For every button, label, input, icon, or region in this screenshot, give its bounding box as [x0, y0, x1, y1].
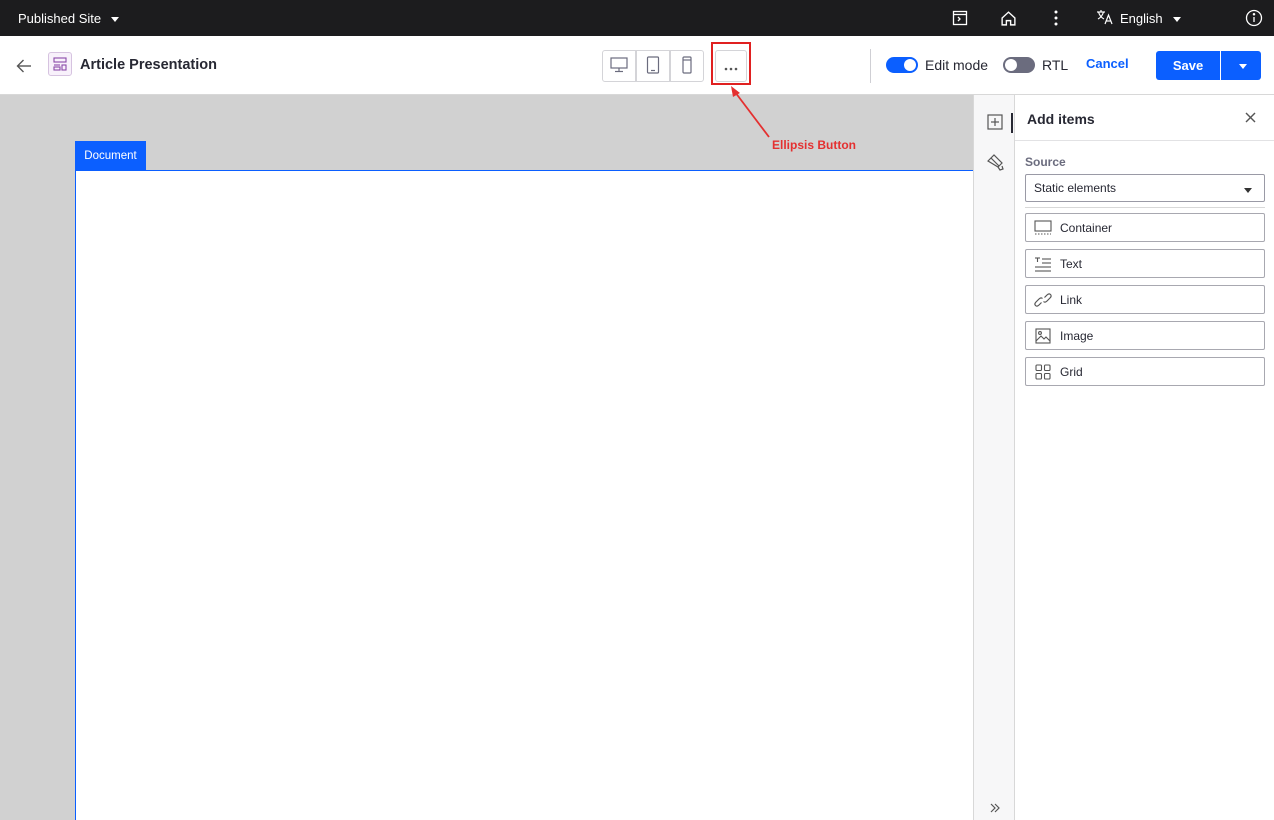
panel-divider — [1025, 207, 1265, 208]
cancel-button[interactable]: Cancel — [1086, 56, 1129, 71]
page-title: Article Presentation — [80, 57, 217, 73]
edit-mode-label: Edit mode — [925, 57, 989, 73]
chevron-down-icon — [1239, 64, 1247, 69]
paint-brush-icon — [986, 153, 1004, 174]
source-label: Source — [1025, 155, 1066, 169]
tablet-view-button[interactable] — [636, 50, 670, 82]
translate-icon — [1096, 9, 1114, 28]
item-label: Container — [1060, 220, 1113, 235]
collapse-panel-button[interactable] — [983, 797, 1007, 820]
link-icon — [1034, 291, 1052, 309]
item-label: Text — [1060, 256, 1083, 271]
site-selector-label: Published Site — [18, 10, 102, 26]
annotation-arrow — [731, 86, 770, 138]
edit-mode-toggle[interactable] — [886, 57, 918, 73]
desktop-icon — [610, 56, 628, 76]
plus-square-icon — [987, 113, 1003, 133]
chevron-down-icon — [1172, 16, 1181, 22]
document-tab[interactable]: Document — [75, 141, 146, 170]
chevron-down-icon — [111, 16, 120, 22]
annotation-highlight-box — [711, 42, 751, 85]
item-label: Link — [1060, 292, 1083, 307]
document-drop-area[interactable] — [75, 170, 973, 820]
tablet-icon — [646, 55, 660, 77]
home-icon[interactable] — [998, 8, 1018, 28]
desktop-view-button[interactable] — [602, 50, 636, 82]
item-container[interactable]: Container — [1025, 213, 1265, 242]
chevron-down-icon — [1244, 188, 1252, 193]
annotation-label: Ellipsis Button — [772, 138, 856, 152]
add-items-rail-button[interactable] — [983, 111, 1007, 135]
mobile-icon — [681, 55, 693, 77]
site-selector[interactable]: Published Site — [18, 0, 120, 36]
panel-header: Add items — [1015, 95, 1274, 141]
close-panel-button[interactable] — [1241, 109, 1259, 127]
language-label: English — [1120, 10, 1163, 26]
container-icon — [1034, 219, 1052, 237]
add-items-panel: Add items Source Static elements Contain… — [1015, 95, 1274, 820]
source-select-value: Static elements — [1034, 181, 1117, 195]
item-grid[interactable]: Grid — [1025, 357, 1265, 386]
image-icon — [1034, 327, 1052, 345]
rtl-toggle[interactable] — [1003, 57, 1035, 73]
language-selector[interactable]: English — [1096, 0, 1181, 36]
rtl-label: RTL — [1042, 57, 1069, 73]
page-canvas: Document — [0, 95, 973, 820]
styles-rail-button[interactable] — [983, 151, 1007, 175]
page-structure-icon[interactable] — [950, 8, 970, 28]
sidebar-rail — [973, 95, 1015, 820]
double-chevron-right-icon — [989, 802, 1001, 817]
text-icon — [1034, 255, 1052, 273]
source-select[interactable]: Static elements — [1025, 174, 1265, 202]
close-icon — [1245, 111, 1256, 126]
toolbar-divider — [870, 49, 871, 83]
save-button[interactable]: Save — [1156, 51, 1220, 80]
back-button[interactable] — [12, 54, 36, 78]
page-template-icon — [48, 52, 72, 76]
grid-icon — [1034, 363, 1052, 381]
vertical-ellipsis-icon[interactable] — [1046, 8, 1066, 28]
item-label: Grid — [1060, 364, 1083, 379]
save-options-dropdown[interactable] — [1221, 51, 1261, 80]
top-bar: Published Site English — [0, 0, 1274, 36]
item-text[interactable]: Text — [1025, 249, 1265, 278]
item-image[interactable]: Image — [1025, 321, 1265, 350]
info-icon[interactable] — [1244, 8, 1264, 28]
active-rail-indicator — [1011, 113, 1013, 133]
panel-title: Add items — [1027, 111, 1095, 127]
item-label: Image — [1060, 328, 1094, 343]
item-link[interactable]: Link — [1025, 285, 1265, 314]
mobile-view-button[interactable] — [670, 50, 704, 82]
page-editor-toolbar: Article Presentation Edit mode RTL Cance… — [0, 36, 1274, 95]
